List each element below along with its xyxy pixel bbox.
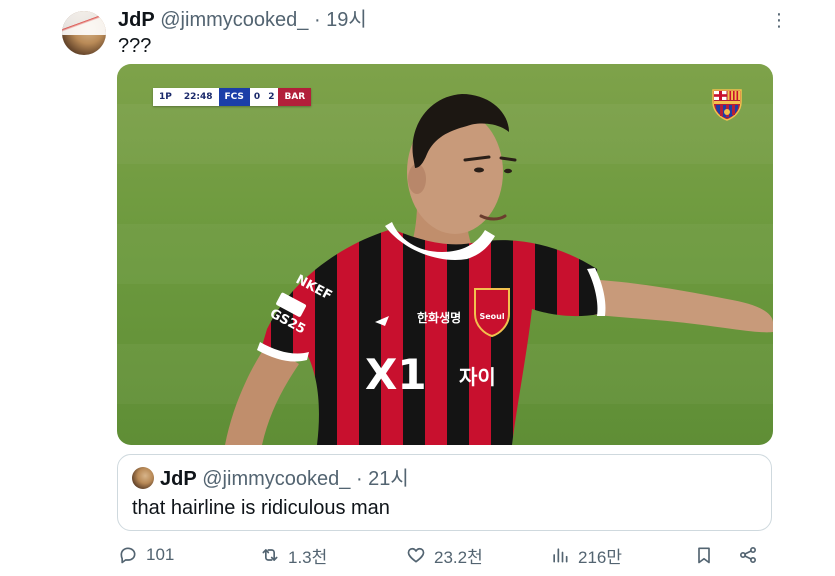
repost-icon (262, 549, 278, 561)
views-button[interactable]: 216만 (550, 540, 622, 570)
share-icon (740, 547, 756, 563)
repost-count: 1.3천 (288, 547, 328, 567)
reply-icon (120, 547, 136, 564)
repost-button[interactable]: 1.3천 (260, 540, 327, 570)
tweet-text: ??? (118, 35, 152, 57)
quoted-author-name: JdP (160, 468, 197, 490)
jersey-sponsor-text: X1 (365, 350, 427, 399)
bookmark-button[interactable] (694, 540, 714, 570)
chest-logo-text: 한화생명 (417, 310, 461, 325)
club-badge-text: Seoul (479, 312, 504, 321)
author-avatar[interactable] (62, 11, 106, 55)
reply-button[interactable]: 101 (118, 540, 174, 570)
tweet-media-image[interactable]: 1P 22:48 FCS 0 2 BAR X1 자이 Seoul 한화생명 NK… (117, 64, 773, 445)
quoted-author-handle: @jimmycooked_ (202, 468, 351, 490)
more-vertical-icon[interactable]: ⋮ (770, 10, 788, 30)
view-count: 216만 (578, 547, 623, 567)
like-button[interactable]: 23.2천 (406, 540, 483, 570)
tweet-timestamp[interactable]: 19시 (326, 9, 367, 31)
tweet-header: JdP @jimmycooked_ · 19시 (118, 8, 367, 32)
quoted-author-avatar (132, 467, 154, 489)
views-chart-icon (553, 548, 568, 563)
quoted-tweet-text: that hairline is ridiculous man (132, 497, 390, 519)
author-name[interactable]: JdP (118, 9, 155, 31)
quoted-tweet-header: JdP @jimmycooked_ · 21시 (160, 467, 409, 491)
player-figure: X1 자이 Seoul 한화생명 NKEF GS25 (225, 94, 773, 445)
reply-count: 101 (146, 545, 175, 564)
author-handle[interactable]: @jimmycooked_ (160, 9, 308, 31)
share-button[interactable] (738, 540, 758, 570)
quoted-tweet[interactable]: JdP @jimmycooked_ · 21시 that hairline is… (117, 454, 772, 531)
tweet-action-bar: 101 1.3천 23.2천 216만 (118, 540, 778, 570)
header-separator: · (313, 9, 321, 31)
tweet: JdP @jimmycooked_ · 19시 ⋮ ??? 1P 22:48 F… (0, 0, 835, 576)
quoted-timestamp: 21시 (368, 468, 409, 490)
heart-icon (407, 547, 425, 563)
jersey-sponsor-suffix-text: 자이 (459, 365, 496, 389)
quoted-header-separator: · (355, 468, 363, 490)
bookmark-icon (698, 547, 710, 564)
like-count: 23.2천 (434, 547, 483, 567)
